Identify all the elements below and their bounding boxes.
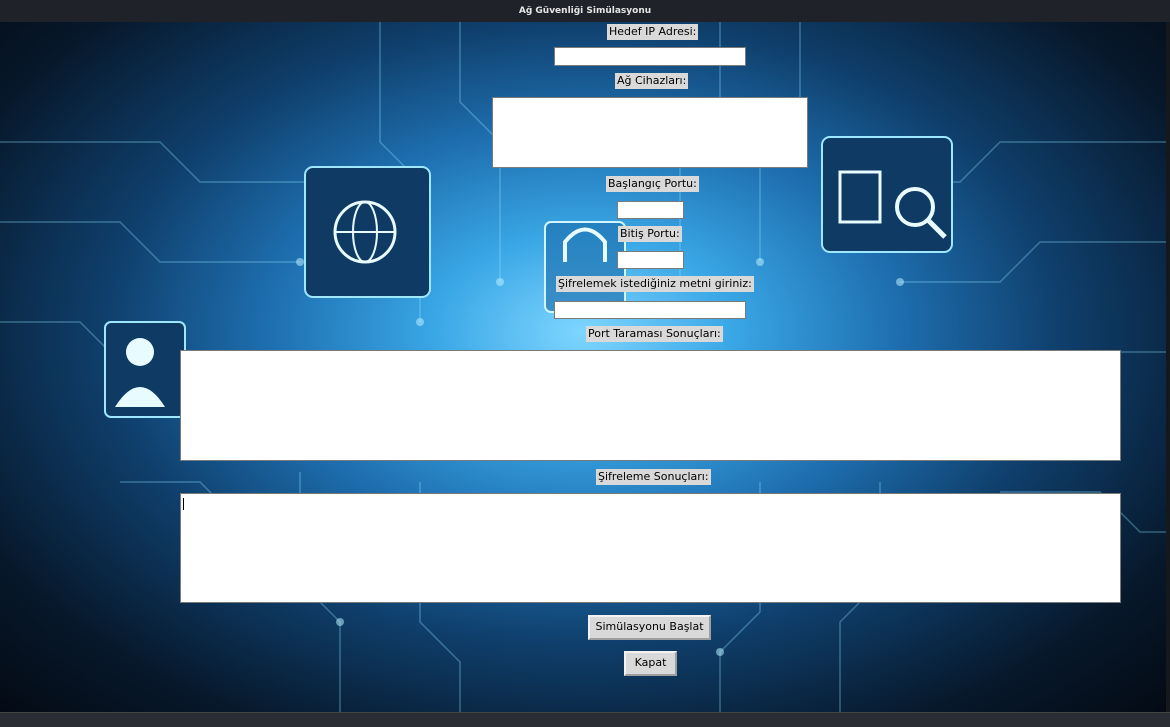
encryption-results-label: Şifreleme Sonuçları: bbox=[596, 469, 711, 485]
encrypt-text-label: Şifrelemek istediğiniz metni giriniz: bbox=[556, 276, 754, 292]
close-button[interactable]: Kapat bbox=[624, 651, 677, 676]
encrypt-text-input[interactable] bbox=[554, 301, 746, 319]
encryption-results-textarea[interactable] bbox=[180, 493, 1121, 603]
text-cursor bbox=[183, 498, 184, 510]
window-title: Ağ Güvenliği Simülasyonu bbox=[518, 6, 652, 16]
start-port-input[interactable] bbox=[617, 201, 684, 219]
document-search-icon bbox=[821, 136, 953, 253]
port-scan-results-label: Port Taraması Sonuçları: bbox=[586, 326, 723, 342]
port-scan-results-textarea[interactable] bbox=[180, 350, 1121, 461]
app-client-area: Hedef IP Adresi: Ağ Cihazları: Başlangıç… bbox=[0, 22, 1166, 712]
window-right-border bbox=[1166, 22, 1170, 712]
target-ip-label: Hedef IP Adresi: bbox=[607, 24, 699, 40]
devices-label: Ağ Cihazları: bbox=[615, 73, 689, 89]
end-port-label: Bitiş Portu: bbox=[618, 226, 682, 242]
globe-icon bbox=[304, 166, 431, 298]
padlock-icon bbox=[544, 221, 626, 313]
start-simulation-button[interactable]: Simülasyonu Başlat bbox=[588, 615, 711, 640]
bottom-taskbar bbox=[0, 712, 1170, 727]
target-ip-input[interactable] bbox=[554, 47, 746, 66]
window-title-bar: Ağ Güvenliği Simülasyonu bbox=[0, 0, 1170, 22]
devices-textarea[interactable] bbox=[492, 97, 808, 168]
start-port-label: Başlangıç Portu: bbox=[606, 176, 699, 192]
end-port-input[interactable] bbox=[617, 251, 684, 269]
user-icon bbox=[104, 321, 186, 418]
